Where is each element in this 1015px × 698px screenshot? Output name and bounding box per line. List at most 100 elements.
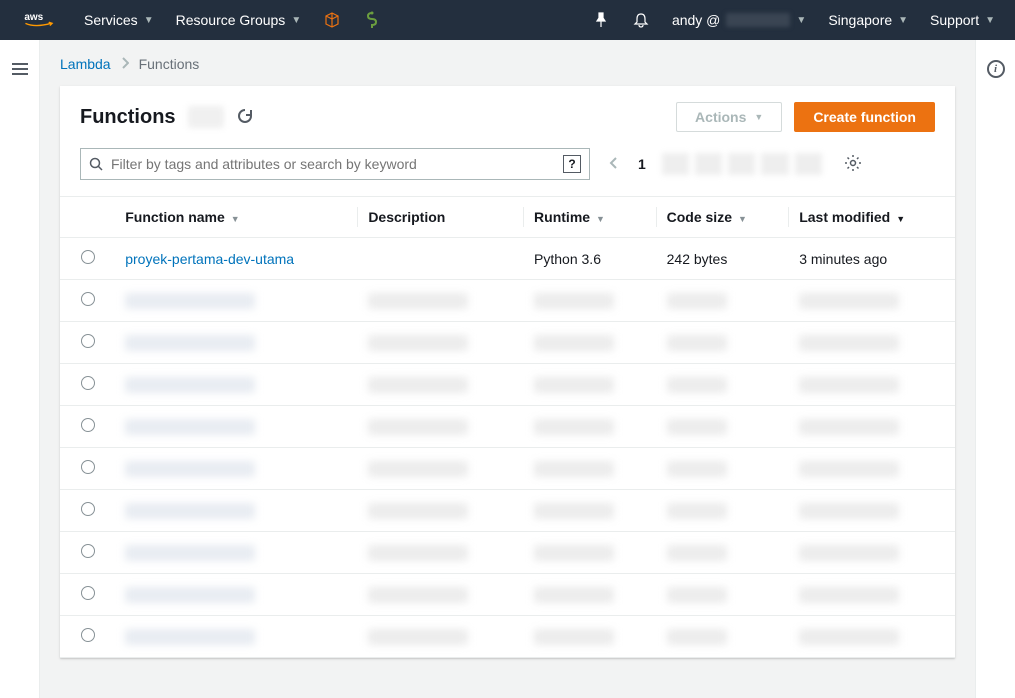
resource-groups-menu[interactable]: Resource Groups ▼ [176,12,302,28]
redacted-cell [534,335,614,351]
svg-text:aws: aws [24,12,43,23]
left-panel-toggle [0,40,40,698]
table-row [60,490,955,532]
redacted-cell [125,335,255,351]
page-title: Functions [80,106,176,129]
redacted-cell [125,503,255,519]
redacted-cell [799,461,899,477]
redacted-cell [125,461,255,477]
row-radio[interactable] [81,502,95,516]
settings-button[interactable] [844,154,862,175]
account-menu[interactable]: andy @ ▼ [672,12,806,28]
row-radio[interactable] [81,418,95,432]
sort-icon: ▼ [231,214,240,224]
pagination: 1 [604,152,822,177]
redacted-cell [799,335,899,351]
redacted-cell [667,629,727,645]
row-radio[interactable] [81,376,95,390]
redacted-cell [534,629,614,645]
breadcrumb-current: Functions [139,56,200,72]
redacted-cell [125,419,255,435]
support-menu[interactable]: Support ▼ [930,12,995,28]
breadcrumb-service-link[interactable]: Lambda [60,56,111,72]
redacted-cell [667,419,727,435]
row-radio[interactable] [81,250,95,264]
chevron-right-icon [121,56,129,72]
redacted-cell [534,503,614,519]
panel-header: Functions Actions ▼ Create function [60,86,955,148]
create-function-label: Create function [813,109,916,125]
redacted-cell [799,545,899,561]
bell-icon[interactable] [632,11,650,29]
pager-redacted [662,153,822,175]
redacted-cell [534,293,614,309]
row-radio[interactable] [81,460,95,474]
redacted-cell [799,293,899,309]
redacted-cell [667,293,727,309]
col-header-modified[interactable]: Last modified▼ [789,197,955,238]
row-radio[interactable] [81,544,95,558]
actions-label: Actions [695,109,746,125]
search-row: ? 1 [60,148,955,196]
redacted-cell [368,377,468,393]
pin-icon[interactable] [592,11,610,29]
sort-icon: ▼ [596,214,605,224]
redacted-cell [125,587,255,603]
create-function-button[interactable]: Create function [794,102,935,132]
table-row [60,364,955,406]
redacted-cell [799,503,899,519]
redacted-cell [534,587,614,603]
redacted-cell [534,377,614,393]
triangle-down-icon: ▼ [754,112,763,122]
hamburger-icon[interactable] [12,60,28,78]
redacted-cell [125,545,255,561]
redacted-cell [368,503,468,519]
redacted-cell [368,629,468,645]
redacted-cell [368,545,468,561]
services-menu[interactable]: Services ▼ [84,12,154,28]
snake-icon[interactable] [363,11,381,29]
redacted-cell [125,629,255,645]
redacted-cell [534,461,614,477]
table-row [60,322,955,364]
prev-page-button[interactable] [604,152,622,177]
services-label: Services [84,12,138,28]
functions-panel: Functions Actions ▼ Create function [60,86,955,658]
info-icon[interactable]: i [987,60,1005,78]
redacted-cell [368,587,468,603]
row-radio[interactable] [81,586,95,600]
current-page: 1 [630,156,654,172]
aws-logo[interactable]: aws [20,10,62,30]
table-row [60,532,955,574]
user-label: andy @ [672,12,720,28]
sort-icon: ▼ [738,214,747,224]
main-content: Lambda Functions Functions Actions ▼ Cre… [40,40,975,698]
resource-groups-label: Resource Groups [176,12,286,28]
search-box[interactable]: ? [80,148,590,180]
table-row [60,280,955,322]
row-radio[interactable] [81,628,95,642]
search-input[interactable] [111,156,555,172]
redacted-cell [799,419,899,435]
redacted-cell [799,629,899,645]
redacted-cell [799,377,899,393]
col-header-name[interactable]: Function name▼ [115,197,358,238]
search-help-icon[interactable]: ? [563,155,581,173]
col-header-runtime[interactable]: Runtime▼ [524,197,657,238]
col-header-description[interactable]: Description [358,197,524,238]
row-radio[interactable] [81,292,95,306]
right-panel-toggle: i [975,40,1015,698]
function-name-link[interactable]: proyek-pertama-dev-utama [125,251,294,267]
row-radio[interactable] [81,334,95,348]
description-cell [358,238,524,280]
cube-icon[interactable] [323,11,341,29]
caret-down-icon: ▼ [796,15,806,26]
redacted-cell [368,335,468,351]
refresh-button[interactable] [236,107,254,128]
col-header-size[interactable]: Code size▼ [657,197,790,238]
region-menu[interactable]: Singapore ▼ [828,12,908,28]
functions-table: Function name▼ Description Runtime▼ Code… [60,196,955,658]
table-row [60,616,955,658]
actions-button[interactable]: Actions ▼ [676,102,782,132]
redacted-cell [667,503,727,519]
